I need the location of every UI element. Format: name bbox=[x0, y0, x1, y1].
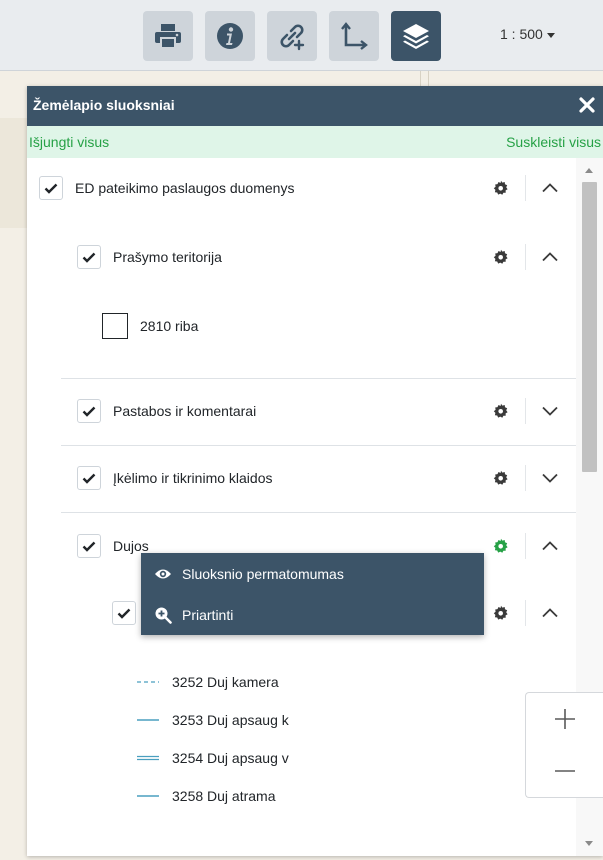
eye-icon bbox=[155, 569, 171, 578]
layer-checkbox[interactable] bbox=[77, 466, 101, 490]
legend-label: 3252 Duj kamera bbox=[172, 674, 279, 690]
print-icon bbox=[155, 24, 181, 49]
panel-header: Žemėlapio sluoksniai bbox=[27, 86, 603, 126]
add-link-button[interactable] bbox=[267, 11, 317, 61]
zoom-in-icon bbox=[155, 607, 172, 624]
scrollbar-thumb[interactable] bbox=[582, 182, 597, 472]
gear-icon[interactable] bbox=[493, 470, 509, 486]
layer-row: Pastabos ir komentarai bbox=[77, 396, 256, 426]
solid-line-symbol bbox=[137, 795, 159, 797]
divider bbox=[61, 445, 576, 446]
scale-value: 1 : 500 bbox=[500, 26, 543, 42]
disable-all-link[interactable]: Išjungti visus bbox=[29, 134, 109, 150]
legend-item: 3254 Duj apsaug v bbox=[137, 748, 289, 768]
layer-tree: ED pateikimo paslaugos duomenys Prašymo … bbox=[27, 158, 576, 856]
layer-checkbox[interactable] bbox=[77, 245, 101, 269]
layer-checkbox[interactable] bbox=[39, 176, 63, 200]
legend-item: 3258 Duj atrama bbox=[137, 786, 276, 806]
gear-icon[interactable] bbox=[493, 180, 509, 196]
scroll-down-arrow-icon[interactable] bbox=[585, 841, 593, 846]
caret-down-icon bbox=[546, 32, 555, 38]
close-button[interactable] bbox=[575, 92, 599, 118]
legend-label: 3253 Duj apsaug k bbox=[172, 712, 289, 728]
layer-row: ED pateikimo paslaugos duomenys bbox=[39, 173, 294, 203]
layer-label: Dujos bbox=[113, 538, 149, 554]
layer-context-menu: Sluoksnio permatomumas Priartinti bbox=[141, 553, 484, 635]
scale-selector[interactable]: 1 : 500 bbox=[500, 26, 555, 42]
collapse-all-link[interactable]: Suskleisti visus bbox=[506, 134, 601, 150]
map-feature bbox=[420, 70, 421, 86]
layer-checkbox[interactable] bbox=[77, 534, 101, 558]
check-icon bbox=[82, 252, 96, 263]
layer-label: Pastabos ir komentarai bbox=[113, 403, 257, 419]
chevron-down-icon[interactable] bbox=[541, 469, 559, 487]
close-icon bbox=[579, 97, 595, 113]
map-feature bbox=[428, 70, 429, 86]
divider bbox=[61, 512, 576, 513]
legend-label: 3258 Duj atrama bbox=[172, 788, 276, 804]
layers-button[interactable] bbox=[391, 11, 441, 61]
chevron-up-icon[interactable] bbox=[541, 179, 559, 197]
scroll-up-arrow-icon[interactable] bbox=[585, 168, 593, 173]
map-toolbar: 1 : 500 bbox=[0, 0, 603, 71]
measure-axes-icon bbox=[341, 22, 368, 50]
measure-button[interactable] bbox=[329, 11, 379, 61]
zoom-in-button[interactable] bbox=[526, 693, 603, 745]
info-icon bbox=[217, 23, 243, 49]
layer-checkbox[interactable] bbox=[112, 601, 136, 625]
divider bbox=[525, 398, 526, 424]
layer-checkbox[interactable] bbox=[77, 399, 101, 423]
minus-icon bbox=[555, 770, 575, 772]
chevron-up-icon[interactable] bbox=[541, 604, 559, 622]
chevron-down-icon[interactable] bbox=[541, 402, 559, 420]
chevron-up-icon[interactable] bbox=[541, 537, 559, 555]
zoom-control bbox=[525, 692, 603, 798]
layer-row: Dujos bbox=[77, 531, 149, 561]
check-icon bbox=[82, 406, 96, 417]
divider bbox=[525, 175, 526, 201]
gear-icon[interactable] bbox=[493, 605, 509, 621]
layer-label: 2810 riba bbox=[140, 318, 199, 334]
menu-item-opacity[interactable]: Sluoksnio permatomumas bbox=[141, 553, 484, 594]
legend-item: 3252 Duj kamera bbox=[137, 672, 279, 692]
divider bbox=[525, 533, 526, 559]
divider bbox=[525, 465, 526, 491]
layer-checkbox[interactable] bbox=[102, 313, 128, 339]
layer-row: Prašymo teritorija bbox=[77, 242, 222, 272]
layer-row: 2810 riba bbox=[102, 311, 198, 341]
panel-title: Žemėlapio sluoksniai bbox=[33, 97, 175, 113]
layer-label: ED pateikimo paslaugos duomenys bbox=[75, 180, 295, 196]
legend-item: 3253 Duj apsaug k bbox=[137, 710, 289, 730]
solid-line-symbol bbox=[137, 719, 159, 721]
divider bbox=[525, 600, 526, 626]
check-icon bbox=[117, 608, 131, 619]
add-link-icon bbox=[280, 24, 305, 51]
check-icon bbox=[82, 473, 96, 484]
layer-row: Įkėlimo ir tikrinimo klaidos bbox=[77, 463, 272, 493]
layer-label: Prašymo teritorija bbox=[113, 249, 222, 265]
divider bbox=[61, 378, 576, 379]
print-button[interactable] bbox=[143, 11, 193, 61]
menu-item-label: Sluoksnio permatomumas bbox=[182, 565, 344, 582]
check-icon bbox=[44, 183, 58, 194]
zoom-out-button[interactable] bbox=[526, 745, 603, 797]
layers-icon bbox=[403, 24, 429, 49]
layer-row bbox=[112, 598, 136, 628]
panel-actions: Išjungti visus Suskleisti visus bbox=[27, 126, 603, 158]
divider bbox=[525, 244, 526, 270]
gear-icon[interactable] bbox=[493, 249, 509, 265]
menu-item-label: Priartinti bbox=[182, 606, 234, 623]
gear-icon-active[interactable] bbox=[493, 538, 509, 554]
dashed-line-symbol bbox=[137, 681, 159, 683]
layer-label: Įkėlimo ir tikrinimo klaidos bbox=[113, 470, 273, 486]
check-icon bbox=[82, 541, 96, 552]
plus-icon bbox=[555, 709, 575, 729]
legend-label: 3254 Duj apsaug v bbox=[172, 750, 289, 766]
layers-panel: Žemėlapio sluoksniai Išjungti visus Susk… bbox=[27, 86, 603, 856]
info-button[interactable] bbox=[205, 11, 255, 61]
menu-item-zoom-to[interactable]: Priartinti bbox=[141, 594, 484, 635]
gear-icon[interactable] bbox=[493, 403, 509, 419]
chevron-up-icon[interactable] bbox=[541, 248, 559, 266]
double-line-symbol bbox=[137, 755, 159, 761]
